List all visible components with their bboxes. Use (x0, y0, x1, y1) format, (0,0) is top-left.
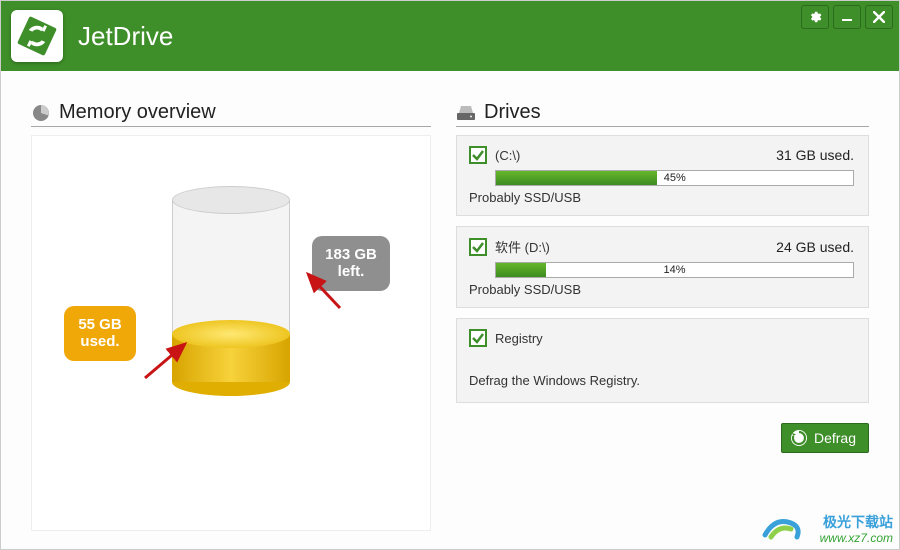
app-window: JetDrive Memory overview (0, 0, 900, 550)
check-icon (471, 331, 485, 345)
watermark-line2: www.xz7.com (820, 531, 893, 545)
logo-icon (17, 16, 57, 56)
titlebar: JetDrive (1, 1, 899, 71)
drive-icon (456, 104, 476, 122)
memory-column: Memory overview 55 GB used. 183 GB left. (31, 101, 431, 531)
close-button[interactable] (865, 5, 893, 29)
app-title: JetDrive (78, 21, 173, 52)
watermark-logo-icon (761, 511, 803, 543)
check-icon (471, 240, 485, 254)
registry-note: Defrag the Windows Registry. (469, 373, 854, 388)
drive-checkbox[interactable] (469, 238, 487, 256)
drive-used-text: 31 GB used. (776, 147, 854, 163)
content-area: Memory overview 55 GB used. 183 GB left. (1, 71, 899, 549)
drive-progress: 14% (495, 262, 854, 278)
drive-note: Probably SSD/USB (469, 282, 854, 297)
registry-checkbox[interactable] (469, 329, 487, 347)
drive-name: 软件 (D:\) (495, 237, 550, 256)
minimize-button[interactable] (833, 5, 861, 29)
arrow-annotation-icon (140, 336, 200, 386)
drive-percent: 45% (496, 171, 853, 185)
drive-name: (C:\) (495, 148, 520, 163)
pie-icon (31, 103, 51, 123)
memory-visual: 55 GB used. 183 GB left. (31, 135, 431, 531)
drive-card: 软件 (D:\) 24 GB used. 14% Probably SSD/US… (456, 226, 869, 308)
window-controls (801, 5, 893, 29)
check-icon (471, 148, 485, 162)
memory-section-header: Memory overview (31, 101, 431, 127)
close-icon (873, 11, 885, 23)
defrag-label: Defrag (814, 430, 856, 446)
drives-section-header: Drives (456, 101, 869, 127)
settings-button[interactable] (801, 5, 829, 29)
defrag-button[interactable]: Defrag (781, 423, 869, 453)
drive-note: Probably SSD/USB (469, 190, 854, 205)
drive-progress: 45% (495, 170, 854, 186)
used-bubble: 55 GB used. (64, 306, 136, 361)
drive-card: (C:\) 31 GB used. 45% Probably SSD/USB (456, 135, 869, 216)
drive-percent: 14% (496, 263, 853, 277)
app-logo (11, 10, 63, 62)
registry-card: Registry Defrag the Windows Registry. (456, 318, 869, 403)
drive-used-text: 24 GB used. (776, 239, 854, 255)
gear-icon (808, 10, 822, 24)
drive-checkbox[interactable] (469, 146, 487, 164)
arrow-annotation-icon (300, 266, 350, 316)
minimize-icon (840, 10, 854, 24)
refresh-icon (790, 429, 808, 447)
drives-title: Drives (484, 101, 541, 124)
drives-column: Drives (C:\) 31 GB used. 45% Probably SS… (456, 101, 869, 531)
memory-title: Memory overview (59, 101, 216, 124)
registry-label: Registry (495, 331, 543, 346)
